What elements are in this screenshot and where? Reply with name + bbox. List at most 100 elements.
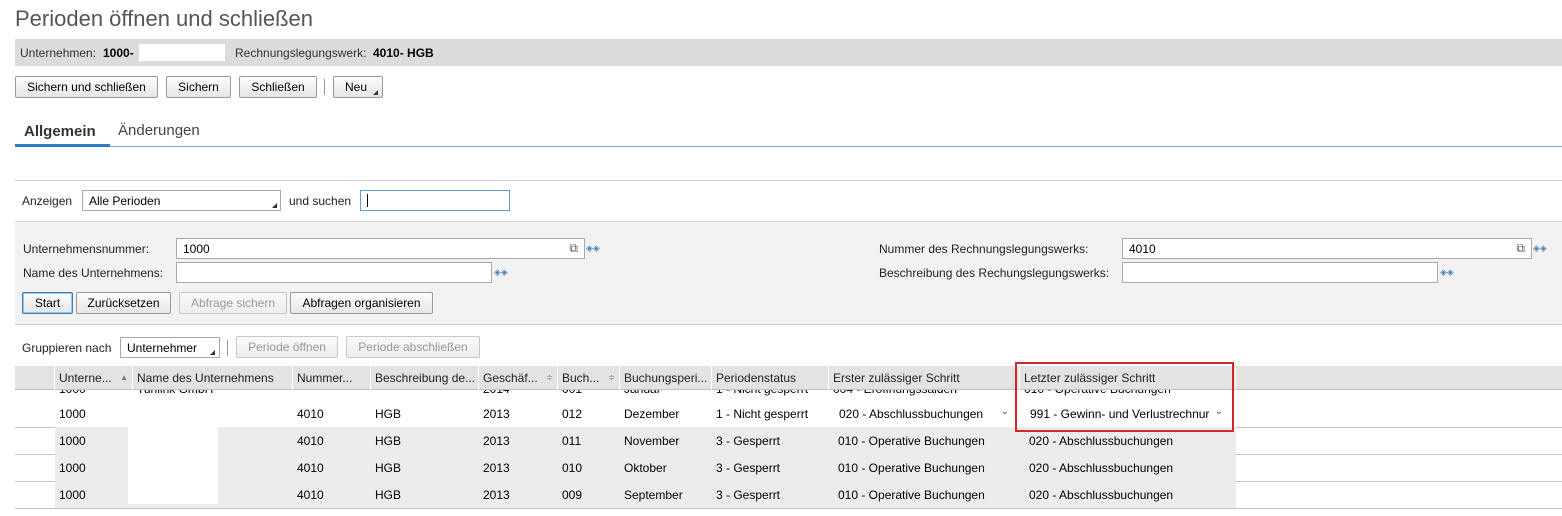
cell-company: 1000 bbox=[59, 461, 86, 475]
cell-period-number: 012 bbox=[562, 407, 583, 421]
show-select[interactable]: Alle Perioden bbox=[82, 190, 281, 211]
value-help-icon[interactable]: ⧉ bbox=[1516, 241, 1525, 256]
cell-last-step: 020 - Abschlussbuchungen bbox=[1029, 488, 1174, 502]
table-row[interactable]: 1000 4010 HGB 2013 010 Oktober 3 - Gespe… bbox=[15, 454, 1562, 481]
cell-ledger-number: 4010 bbox=[297, 407, 324, 421]
company-number-input[interactable]: 1000 ⧉ bbox=[176, 238, 585, 259]
save-button[interactable]: Sichern bbox=[166, 76, 231, 98]
section-divider bbox=[15, 180, 1562, 181]
cell-ledger-number: 4010 bbox=[297, 461, 324, 475]
text-caret bbox=[367, 194, 368, 207]
column-header-period[interactable]: Buchungsperi... bbox=[620, 366, 712, 390]
table-row[interactable]: 1000 4010 HGB 2013 011 November 3 - Gesp… bbox=[15, 427, 1562, 454]
row-selector-header[interactable] bbox=[15, 366, 55, 390]
toolbar-separator bbox=[324, 79, 325, 95]
cell-period-number: 009 bbox=[562, 488, 583, 502]
company-label: Unternehmen: bbox=[20, 46, 97, 60]
multi-select-icon[interactable]: ◈◈ bbox=[494, 267, 508, 278]
column-header-first-step[interactable]: Erster zulässiger Schritt bbox=[829, 366, 1020, 390]
table-row[interactable]: 1000 4010 HGB 2013 012 Dezember 1 - Nich… bbox=[15, 400, 1562, 427]
tab-aenderungen[interactable]: Änderungen bbox=[118, 122, 200, 139]
redacted-area bbox=[139, 44, 225, 61]
column-header-ledger-description[interactable]: Beschreibung de... bbox=[371, 366, 479, 390]
company-number-label: Unternehmensnummer: bbox=[23, 242, 150, 256]
cell-period: September bbox=[624, 488, 683, 502]
ledger-description-input[interactable] bbox=[1122, 262, 1438, 283]
column-header-company-name[interactable]: Name des Unternehmens bbox=[133, 366, 293, 390]
company-value: 1000- bbox=[103, 46, 134, 60]
ledger-label: Rechnungslegungswerk: bbox=[235, 46, 367, 60]
cell-fiscal-year: 2013 bbox=[483, 488, 510, 502]
table-row[interactable]: 1000 4010 HGB 2013 009 September 3 - Ges… bbox=[15, 481, 1562, 508]
value-help-icon[interactable]: ⧉ bbox=[569, 241, 578, 256]
cell-period-status: 1 - Nicht gesperrt bbox=[716, 407, 809, 421]
column-header-period-number[interactable]: Buch... ≑ bbox=[558, 366, 620, 390]
multi-select-icon[interactable]: ◈◈ bbox=[586, 243, 600, 254]
cell-first-step: 010 - Operative Buchungen bbox=[838, 461, 985, 475]
cell-period: Oktober bbox=[624, 461, 667, 475]
cell-company: 1000 bbox=[59, 488, 86, 502]
cell-fiscal-year: 2013 bbox=[483, 407, 510, 421]
organize-queries-button[interactable]: Abfragen organisieren bbox=[290, 292, 433, 314]
start-button[interactable]: Start bbox=[22, 292, 73, 314]
cell-last-step: 020 - Abschlussbuchungen bbox=[1029, 461, 1174, 475]
sort-ascending-icon: ▲ bbox=[120, 373, 128, 382]
column-header-period-status[interactable]: Periodenstatus bbox=[712, 366, 829, 390]
company-name-label: Name des Unternehmens: bbox=[23, 266, 164, 280]
cell-fiscal-year: 2013 bbox=[483, 434, 510, 448]
cell-company: 1000 bbox=[59, 434, 86, 448]
cell-period: Dezember bbox=[624, 407, 680, 421]
group-by-select[interactable]: Unternehmer bbox=[120, 337, 220, 358]
redacted-area bbox=[128, 404, 218, 504]
filter-icon: ≑ bbox=[546, 373, 553, 382]
cell-period-status: 3 - Gesperrt bbox=[716, 488, 781, 502]
chevron-down-icon: ⌄ bbox=[1000, 406, 1009, 417]
toolbar-separator bbox=[227, 340, 228, 356]
column-header-fiscal-year[interactable]: Geschäf... ≑ bbox=[479, 366, 558, 390]
company-name-input[interactable] bbox=[176, 262, 492, 283]
cell-period-status: 3 - Gesperrt bbox=[716, 461, 781, 475]
save-and-close-button[interactable]: Sichern und schließen bbox=[15, 76, 158, 98]
dropdown-arrow-icon bbox=[272, 203, 277, 208]
cell-period: November bbox=[624, 434, 680, 448]
new-button-label: Neu bbox=[345, 80, 368, 94]
close-button[interactable]: Schließen bbox=[239, 76, 317, 98]
ledger-number-label: Nummer des Rechnungslegungswerks: bbox=[879, 242, 1089, 256]
cell-ledger-description: HGB bbox=[375, 434, 402, 448]
tab-underline bbox=[15, 146, 1562, 147]
multi-select-icon[interactable]: ◈◈ bbox=[1440, 267, 1454, 278]
multi-select-icon[interactable]: ◈◈ bbox=[1533, 243, 1547, 254]
show-select-value: Alle Perioden bbox=[89, 194, 161, 208]
highlight-box bbox=[1015, 362, 1234, 432]
context-info-bar: Unternehmen: 1000- Rechnungslegungswerk:… bbox=[15, 39, 1562, 66]
tab-allgemein[interactable]: Allgemein bbox=[24, 123, 96, 140]
page-title: Perioden öffnen und schließen bbox=[15, 6, 314, 31]
ledger-description-label: Beschreibung des Rechungslegungswerks: bbox=[879, 266, 1110, 280]
column-header-ledger-number[interactable]: Nummer... bbox=[293, 366, 371, 390]
search-input[interactable] bbox=[360, 190, 510, 211]
column-header-company[interactable]: Unterne... ▲ bbox=[55, 366, 133, 390]
close-period-button[interactable]: Periode abschließen bbox=[346, 336, 480, 358]
cell-fiscal-year: 2013 bbox=[483, 461, 510, 475]
active-tab-indicator bbox=[15, 144, 110, 147]
cell-ledger-description: HGB bbox=[375, 488, 402, 502]
reset-button[interactable]: Zurücksetzen bbox=[76, 292, 171, 314]
cell-period-number: 010 bbox=[562, 461, 583, 475]
open-period-button[interactable]: Periode öffnen bbox=[236, 336, 338, 358]
filter-icon: ≑ bbox=[608, 373, 615, 382]
dropdown-arrow-icon bbox=[210, 350, 215, 355]
ledger-value: 4010- HGB bbox=[373, 46, 434, 60]
first-step-select[interactable]: 020 - Abschlussbuchungen ⌄ bbox=[833, 403, 1016, 424]
group-by-label: Gruppieren nach bbox=[22, 341, 112, 355]
and-search-label: und suchen bbox=[289, 194, 352, 208]
table-row-partial[interactable]: 1000 Tunlink GmbH 2014 001 Januar 1 - Ni… bbox=[15, 390, 1562, 399]
group-by-value: Unternehmer bbox=[127, 341, 198, 355]
cell-period-number: 011 bbox=[562, 434, 582, 448]
save-query-button[interactable]: Abfrage sichern bbox=[179, 292, 287, 314]
cell-period-status: 3 - Gesperrt bbox=[716, 434, 781, 448]
cell-first-step: 010 - Operative Buchungen bbox=[838, 434, 985, 448]
cell-ledger-number: 4010 bbox=[297, 488, 324, 502]
cell-ledger-description: HGB bbox=[375, 407, 402, 421]
ledger-number-input[interactable]: 4010 ⧉ bbox=[1122, 238, 1532, 259]
new-menu-button[interactable]: Neu bbox=[333, 76, 383, 98]
